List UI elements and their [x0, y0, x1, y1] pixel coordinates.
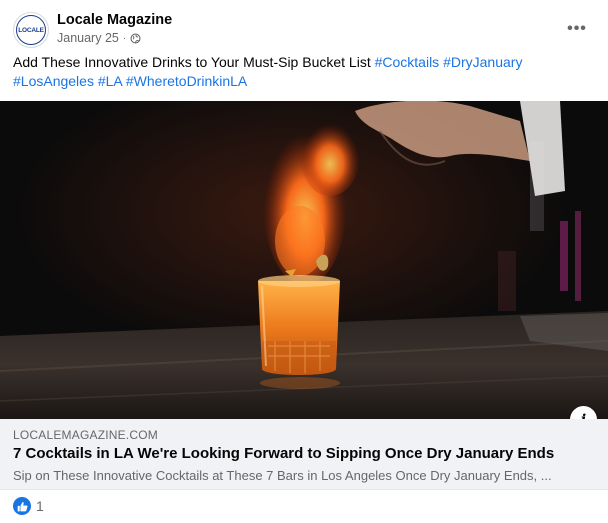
avatar[interactable]: LOCALE — [13, 12, 49, 48]
facebook-post: LOCALE Locale Magazine January 25 · ••• … — [0, 0, 608, 523]
reaction-count: 1 — [36, 498, 44, 514]
post-text: Add These Innovative Drinks to Your Must… — [13, 53, 595, 91]
like-icon — [13, 497, 31, 515]
cocktail-photo — [0, 101, 608, 419]
link-title[interactable]: 7 Cocktails in LA We're Looking Forward … — [13, 445, 554, 462]
hashtag-link[interactable]: #LA — [98, 73, 122, 89]
link-description: Sip on These Innovative Cocktails at The… — [13, 468, 552, 483]
link-preview-image[interactable] — [0, 101, 608, 419]
divider — [0, 489, 608, 490]
more-options-button[interactable]: ••• — [563, 15, 591, 43]
post-meta: January 25 · — [57, 31, 141, 45]
author-name[interactable]: Locale Magazine — [57, 12, 172, 28]
link-preview-card[interactable]: LOCALEMAGAZINE.COM 7 Cocktails in LA We'… — [0, 419, 608, 489]
post-header: LOCALE Locale Magazine January 25 · ••• — [13, 11, 595, 51]
hashtag-link[interactable]: #Cocktails — [375, 54, 440, 70]
post-caption: Add These Innovative Drinks to Your Must… — [13, 54, 375, 70]
globe-icon — [130, 32, 141, 44]
hashtag-link[interactable]: #LosAngeles — [13, 73, 94, 89]
post-date[interactable]: January 25 — [57, 31, 119, 45]
avatar-logo: LOCALE — [16, 15, 46, 45]
reactions-summary[interactable]: 1 — [13, 497, 44, 515]
hashtag-link[interactable]: #WheretoDrinkinLA — [126, 73, 247, 89]
hashtag-link[interactable]: #DryJanuary — [443, 54, 522, 70]
more-horizontal-icon: ••• — [567, 20, 587, 37]
meta-separator: · — [122, 32, 127, 44]
link-domain: LOCALEMAGAZINE.COM — [13, 428, 158, 442]
